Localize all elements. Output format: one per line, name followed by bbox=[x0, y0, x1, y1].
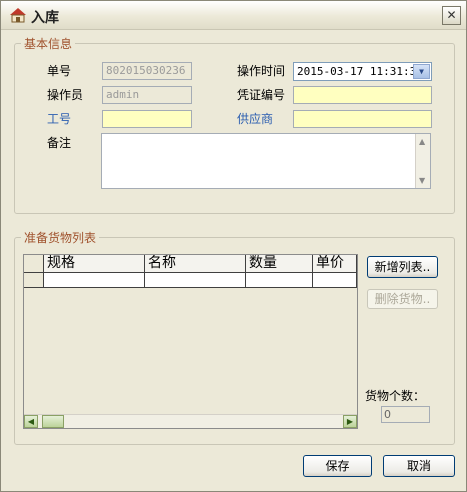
remark-label: 备注 bbox=[47, 136, 72, 150]
supplier-label[interactable]: 供应商 bbox=[237, 110, 273, 127]
column-header-spec[interactable]: 规格 bbox=[44, 255, 145, 273]
chevron-down-icon: ▼ bbox=[419, 67, 424, 76]
voucher-input[interactable] bbox=[293, 86, 432, 104]
order-no-field[interactable]: 802015030236 bbox=[102, 62, 192, 80]
goods-count-field: 0 bbox=[381, 406, 430, 423]
cancel-button[interactable]: 取消 bbox=[383, 455, 455, 477]
cell-quantity[interactable] bbox=[246, 273, 313, 288]
cell-price[interactable] bbox=[313, 273, 357, 288]
basic-info-legend: 基本信息 bbox=[21, 35, 76, 52]
scroll-thumb[interactable] bbox=[42, 415, 64, 428]
scroll-up-icon[interactable]: ▲ bbox=[419, 137, 425, 146]
remark-textarea[interactable]: ▲ ▼ bbox=[101, 133, 431, 189]
column-header-name[interactable]: 名称 bbox=[145, 255, 246, 273]
goods-count-label: 货物个数： bbox=[365, 389, 426, 403]
column-header-price[interactable]: 单价 bbox=[313, 255, 357, 273]
worker-no-input[interactable] bbox=[102, 110, 192, 128]
order-no-label: 单号 bbox=[47, 64, 72, 78]
add-list-button[interactable]: 新增列表.. bbox=[367, 256, 438, 278]
op-time-label: 操作时间 bbox=[237, 64, 286, 78]
close-button[interactable]: ✕ bbox=[442, 6, 461, 25]
remark-scrollbar[interactable]: ▲ ▼ bbox=[415, 134, 430, 188]
grid-header: 规格 名称 数量 单价 bbox=[24, 255, 357, 273]
inbound-dialog: 入库 ✕ 基本信息 单号 802015030236 操作员 admin 工号 备… bbox=[0, 0, 467, 492]
goods-list-legend: 准备货物列表 bbox=[21, 229, 100, 246]
worker-no-label[interactable]: 工号 bbox=[47, 110, 71, 127]
window-title: 入库 bbox=[31, 10, 59, 26]
save-button[interactable]: 保存 bbox=[303, 455, 372, 477]
close-icon: ✕ bbox=[446, 8, 457, 22]
house-icon bbox=[10, 8, 26, 23]
op-time-value: 2015-03-17 11:31:34 bbox=[297, 65, 423, 78]
operator-field[interactable]: admin bbox=[102, 86, 192, 104]
scroll-left-icon[interactable]: ◀ bbox=[24, 415, 38, 428]
row-indicator-header bbox=[24, 255, 44, 273]
table-row[interactable] bbox=[24, 273, 357, 288]
voucher-label: 凭证编号 bbox=[237, 88, 286, 102]
scroll-right-icon[interactable]: ▶ bbox=[343, 415, 357, 428]
title-bar: 入库 ✕ bbox=[1, 1, 466, 30]
op-time-picker[interactable]: 2015-03-17 11:31:34 ▼ bbox=[293, 62, 432, 81]
delete-goods-button[interactable]: 删除货物.. bbox=[367, 289, 438, 309]
dropdown-button[interactable]: ▼ bbox=[413, 64, 430, 79]
grid-hscrollbar[interactable]: ◀ ▶ bbox=[24, 414, 357, 428]
column-header-quantity[interactable]: 数量 bbox=[246, 255, 313, 273]
scroll-down-icon[interactable]: ▼ bbox=[419, 176, 425, 185]
supplier-input[interactable] bbox=[293, 110, 432, 128]
cell-name[interactable] bbox=[145, 273, 246, 288]
goods-grid[interactable]: 规格 名称 数量 单价 ◀ ▶ bbox=[23, 254, 358, 429]
operator-label: 操作员 bbox=[47, 88, 84, 102]
cell-spec[interactable] bbox=[44, 273, 145, 288]
row-indicator bbox=[24, 273, 44, 288]
